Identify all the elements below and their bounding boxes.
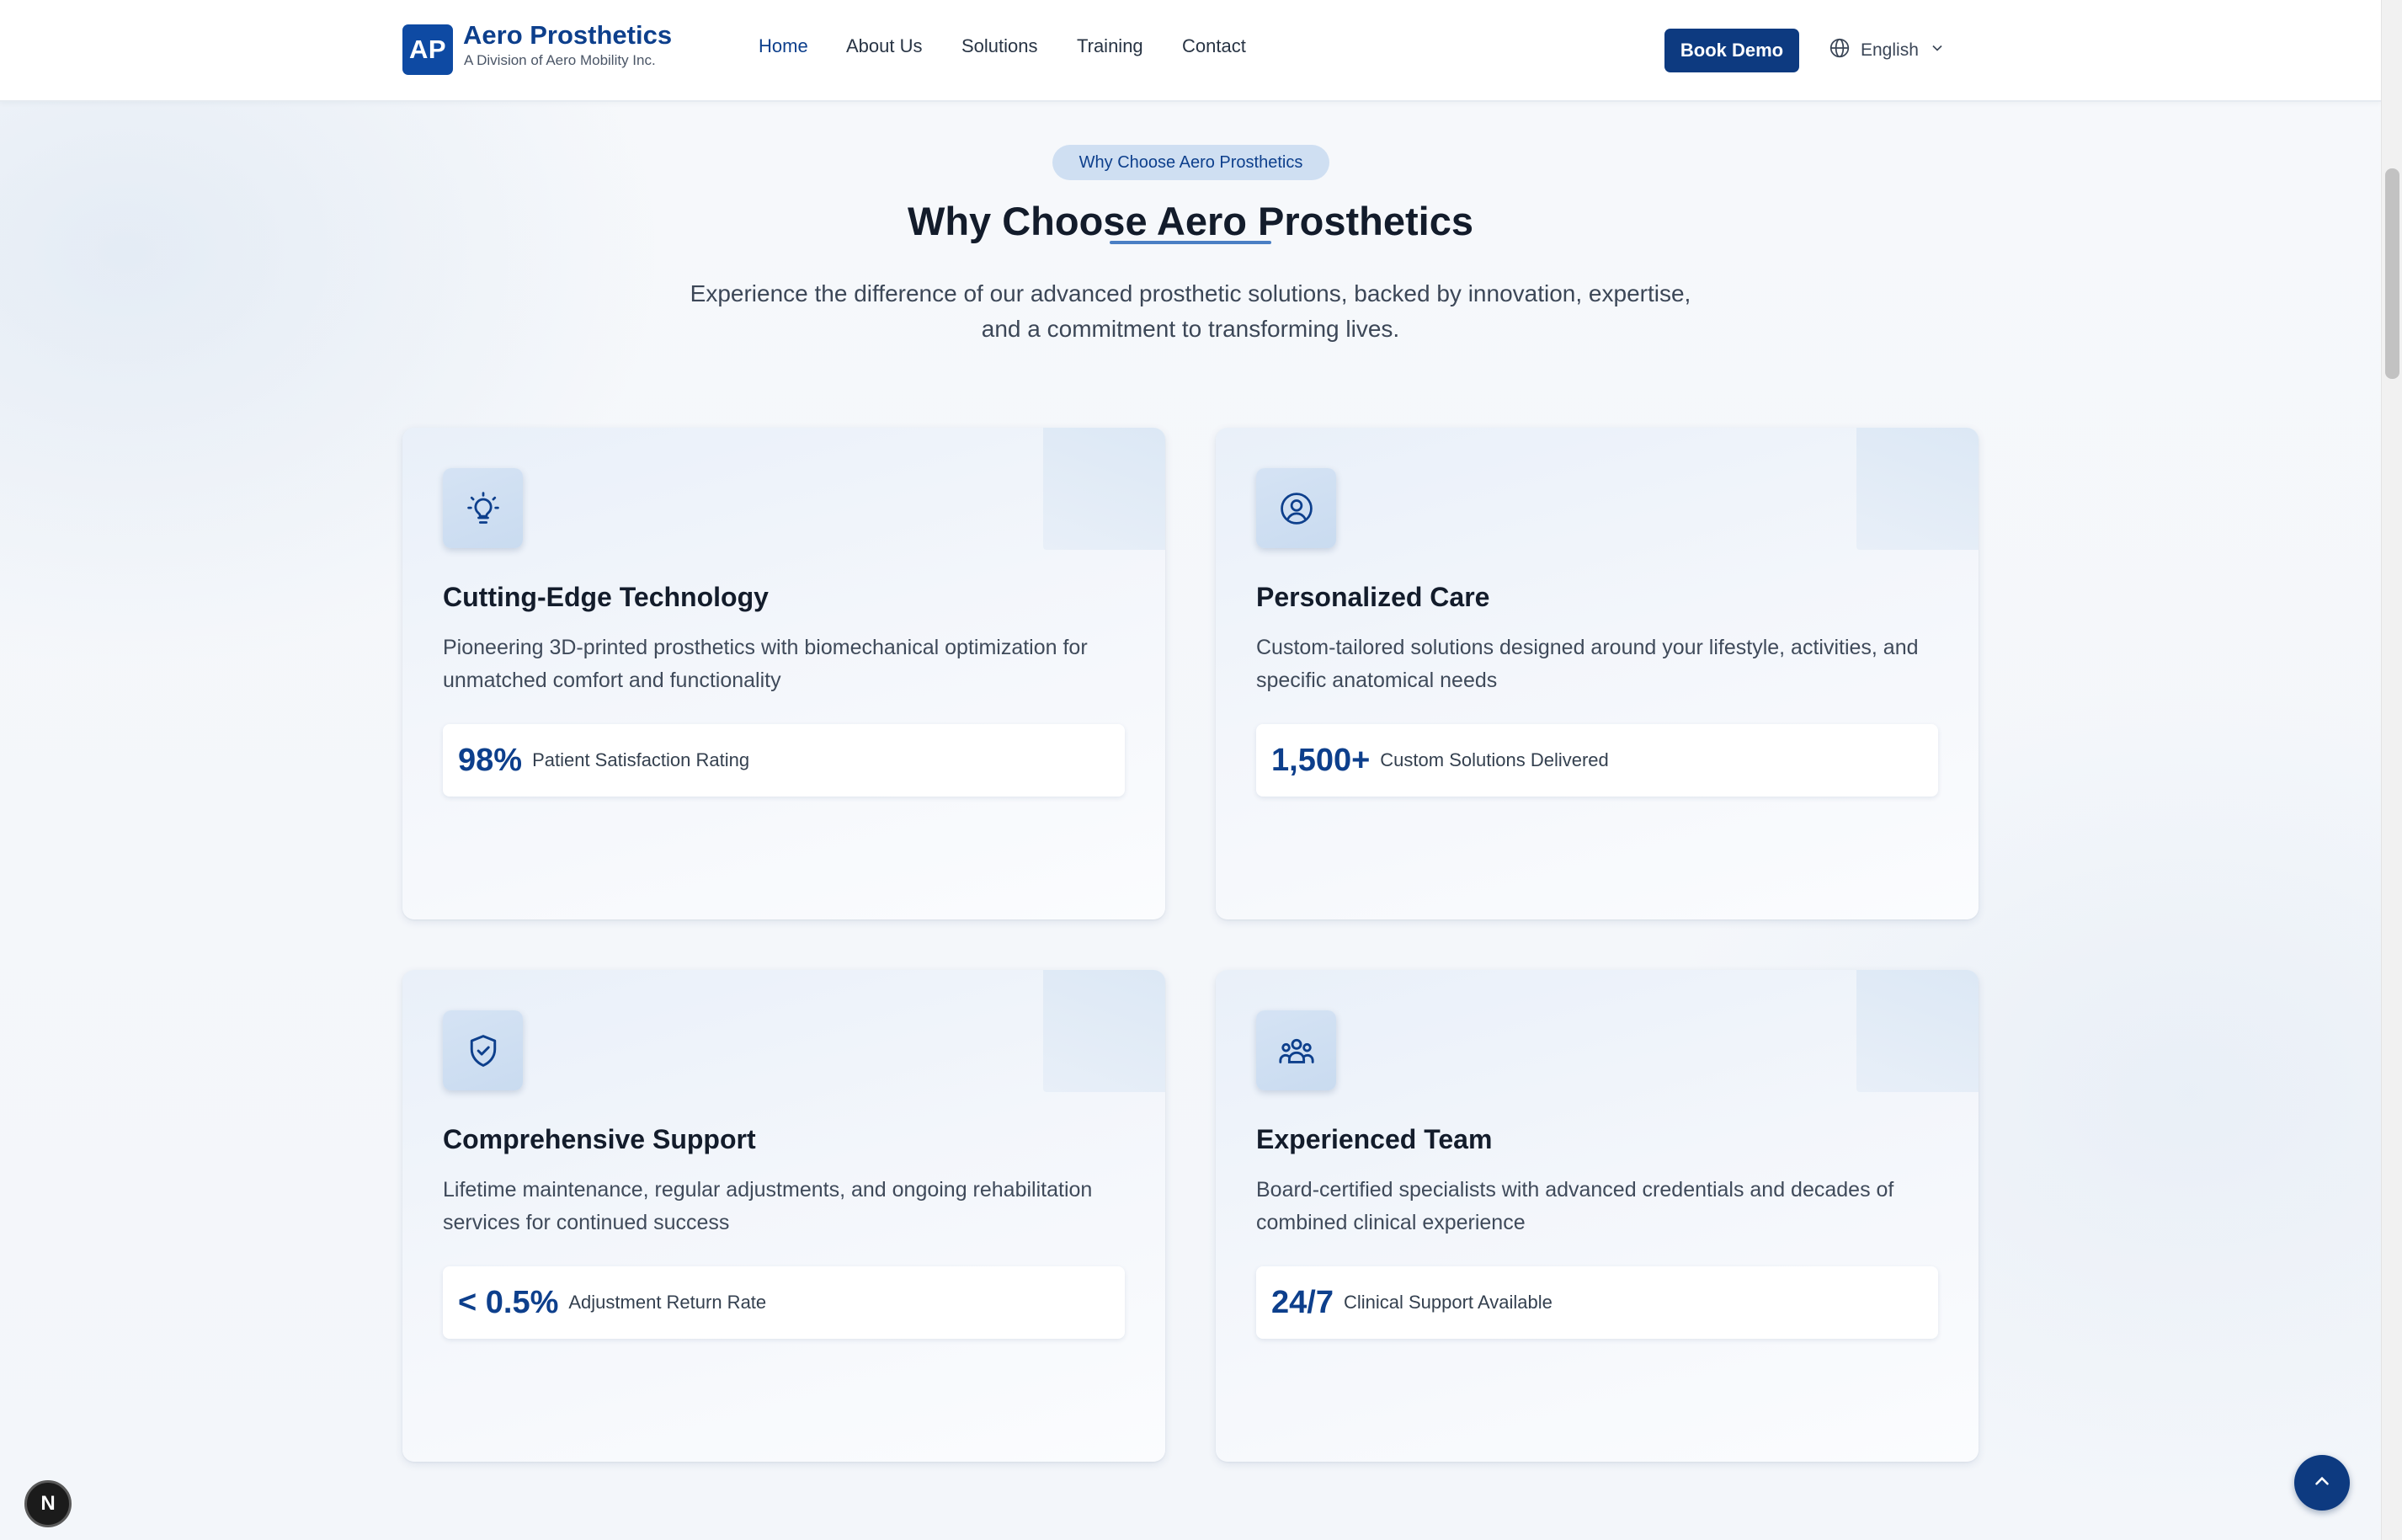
card-description-line: Pioneering 3D-printed prosthetics with b… xyxy=(443,636,1088,659)
card-description-line: Custom-tailored solutions designed aroun… xyxy=(1256,636,1919,659)
nav-solutions[interactable]: Solutions xyxy=(961,35,1038,57)
card-corner-accent xyxy=(1043,970,1165,1092)
stat-label: Clinical Support Available xyxy=(1343,1292,1553,1313)
card-corner-accent xyxy=(1856,970,1979,1092)
user-circle-icon xyxy=(1256,468,1336,548)
stat-value: 98% xyxy=(458,742,523,778)
nav-contact[interactable]: Contact xyxy=(1182,35,1246,57)
chevron-up-icon xyxy=(2311,1470,2333,1496)
stat-box: 1,500+ Custom Solutions Delivered xyxy=(1256,724,1938,797)
stat-value: 24/7 xyxy=(1271,1284,1334,1320)
card-description-line: services for continued success xyxy=(443,1211,730,1234)
section-subtitle-line-2: and a commitment to transforming lives. xyxy=(981,316,1400,342)
brand-name[interactable]: Aero Prosthetics xyxy=(463,20,672,51)
feature-card: Experienced Team Board-certified special… xyxy=(1216,970,1979,1462)
card-description-line: Lifetime maintenance, regular adjustment… xyxy=(443,1178,1093,1202)
card-corner-accent xyxy=(1856,428,1979,550)
title-underline xyxy=(1110,241,1271,244)
globe-icon xyxy=(1829,37,1851,64)
page-scrollbar[interactable] xyxy=(2381,0,2402,1540)
card-description-line: unmatched comfort and functionality xyxy=(443,669,781,692)
section-subtitle-line-1: Experience the difference of our advance… xyxy=(690,280,1691,306)
scroll-to-top-button[interactable] xyxy=(2294,1455,2350,1511)
feature-card: Cutting-Edge Technology Pioneering 3D-pr… xyxy=(402,428,1165,919)
language-label: English xyxy=(1861,40,1919,60)
card-description-line: combined clinical experience xyxy=(1256,1211,1526,1234)
nav-about-us[interactable]: About Us xyxy=(846,35,923,57)
stat-label: Custom Solutions Delivered xyxy=(1380,749,1609,770)
shield-check-icon xyxy=(443,1010,523,1090)
stat-value: 1,500+ xyxy=(1271,742,1371,778)
card-description: Custom-tailored solutions designed aroun… xyxy=(1256,631,1930,697)
logo-mark[interactable]: AP xyxy=(402,24,453,75)
card-corner-accent xyxy=(1043,428,1165,550)
chevron-down-icon xyxy=(1929,40,1946,61)
dev-tools-badge[interactable]: N xyxy=(24,1480,72,1527)
card-description: Pioneering 3D-printed prosthetics with b… xyxy=(443,631,1116,697)
card-title: Cutting-Edge Technology xyxy=(443,582,769,612)
nav-home[interactable]: Home xyxy=(759,35,808,57)
team-icon xyxy=(1256,1010,1336,1090)
stat-box: < 0.5% Adjustment Return Rate xyxy=(443,1266,1125,1339)
feature-card: Comprehensive Support Lifetime maintenan… xyxy=(402,970,1165,1462)
section-subtitle: Experience the difference of our advance… xyxy=(657,276,1724,347)
nav-training[interactable]: Training xyxy=(1077,35,1143,57)
card-description-line: specific anatomical needs xyxy=(1256,669,1498,692)
stat-value: < 0.5% xyxy=(458,1284,559,1320)
card-title: Personalized Care xyxy=(1256,582,1490,612)
feature-card: Personalized Care Custom-tailored soluti… xyxy=(1216,428,1979,919)
book-demo-button[interactable]: Book Demo xyxy=(1664,29,1799,72)
lightbulb-icon xyxy=(443,468,523,548)
card-title: Experienced Team xyxy=(1256,1124,1493,1154)
language-selector[interactable]: English xyxy=(1829,37,1946,64)
stat-label: Adjustment Return Rate xyxy=(568,1292,767,1313)
section-pill: Why Choose Aero Prosthetics xyxy=(1052,145,1329,180)
stat-box: 24/7 Clinical Support Available xyxy=(1256,1266,1938,1339)
site-header: AP Aero Prosthetics A Division of Aero M… xyxy=(0,0,2381,102)
card-title: Comprehensive Support xyxy=(443,1124,756,1154)
card-description: Board-certified specialists with advance… xyxy=(1256,1174,1930,1239)
stat-box: 98% Patient Satisfaction Rating xyxy=(443,724,1125,797)
brand-subtitle: A Division of Aero Mobility Inc. xyxy=(464,52,656,68)
card-description-line: Board-certified specialists with advance… xyxy=(1256,1178,1894,1202)
card-description: Lifetime maintenance, regular adjustment… xyxy=(443,1174,1116,1239)
section-title: Why Choose Aero Prosthetics xyxy=(907,199,1474,243)
stat-label: Patient Satisfaction Rating xyxy=(532,749,750,770)
scrollbar-thumb[interactable] xyxy=(2385,168,2399,379)
